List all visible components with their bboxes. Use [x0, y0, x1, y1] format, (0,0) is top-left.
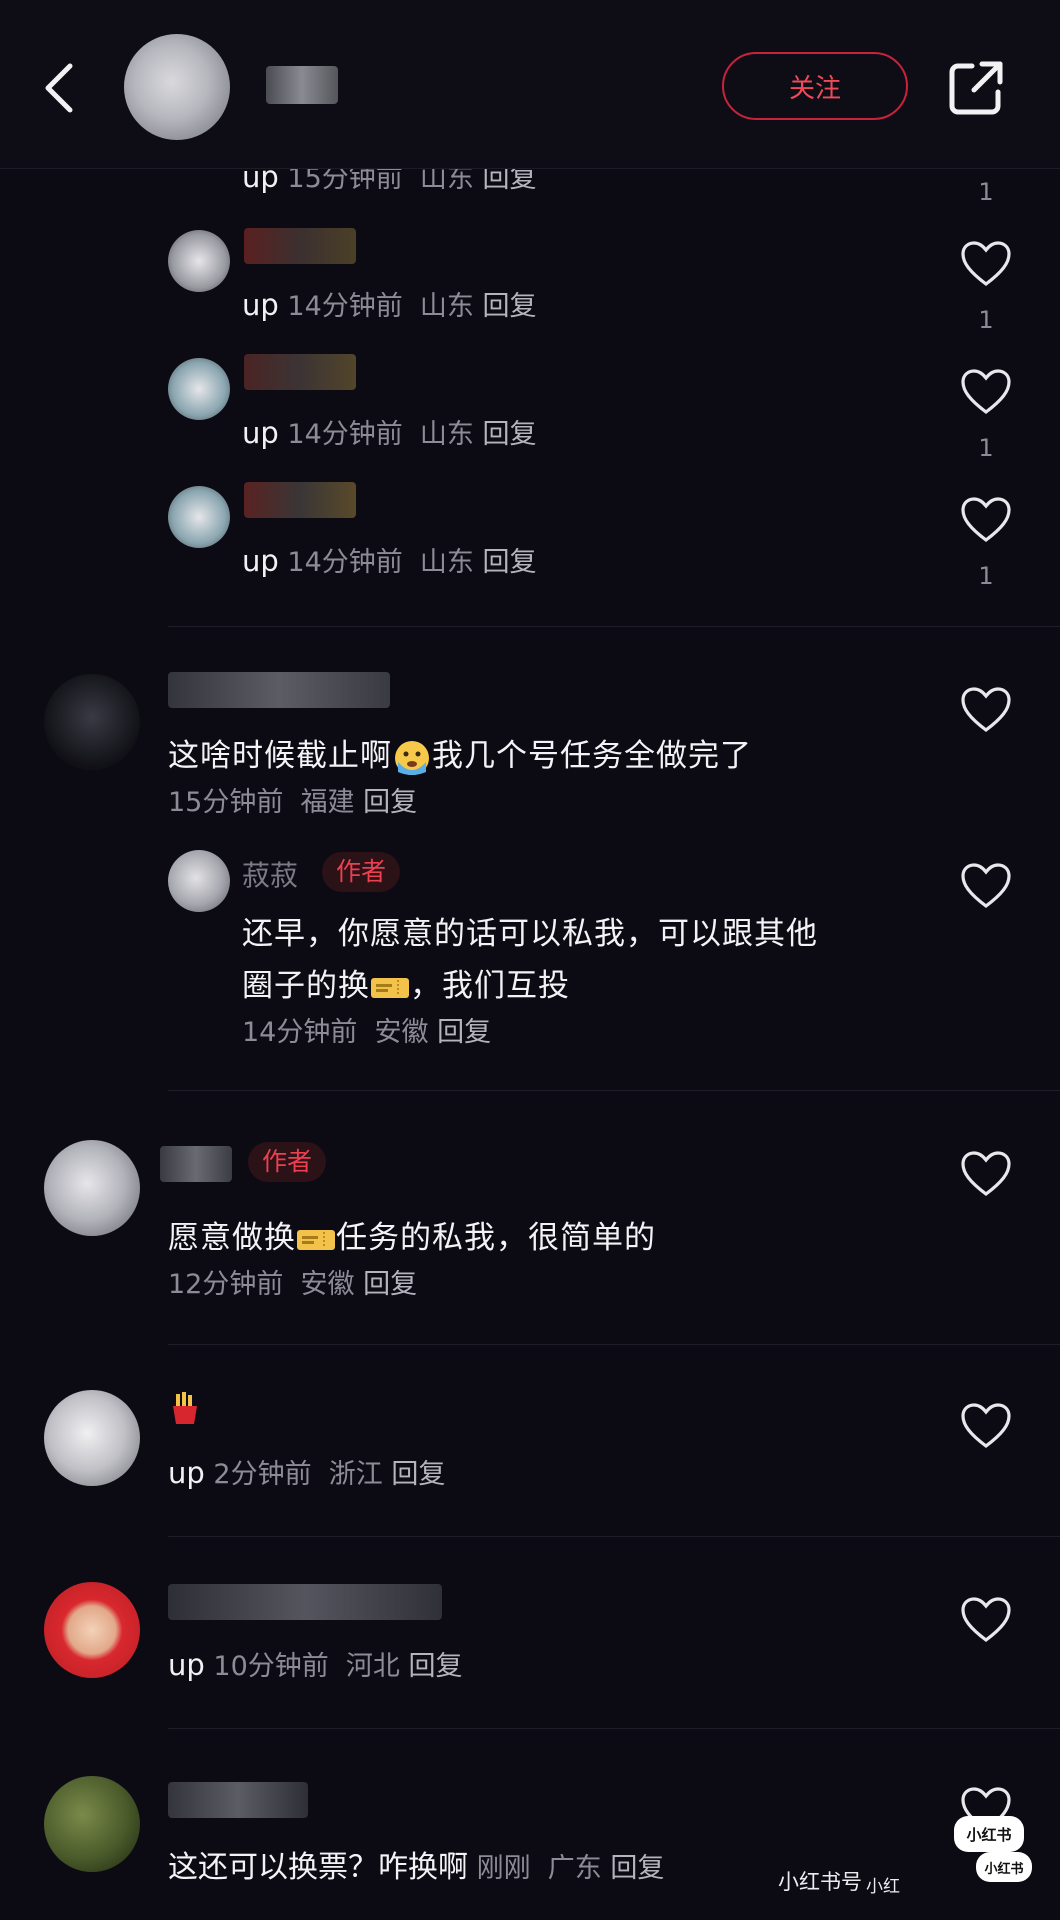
watermark-suffix: 小红	[866, 1877, 900, 1897]
blurred-username[interactable]	[244, 228, 356, 264]
comment-meta: 15分钟前 福建 回复	[168, 787, 418, 818]
like-count: 1	[978, 306, 994, 334]
heart-icon[interactable]	[960, 368, 1012, 416]
blurred-username[interactable]	[160, 1146, 232, 1182]
like-count: 1	[978, 178, 994, 206]
blurred-username[interactable]	[168, 1584, 442, 1620]
avatar[interactable]	[168, 358, 230, 420]
divider	[168, 626, 1060, 627]
divider	[168, 1090, 1060, 1091]
avatar[interactable]	[44, 1390, 140, 1486]
comment-meta: 这还可以换票？咋换啊 刚刚 广东 回复	[168, 1850, 665, 1885]
follow-button[interactable]: 关注	[722, 52, 908, 120]
reply-link[interactable]: 回复	[610, 1853, 664, 1884]
back-arrow-icon[interactable]	[38, 58, 82, 118]
avatar[interactable]	[44, 1582, 140, 1678]
heart-icon[interactable]	[960, 1150, 1012, 1198]
divider	[168, 1536, 1060, 1537]
like-count: 1	[978, 562, 994, 590]
ticket-emoji-icon	[297, 1229, 335, 1250]
comment-text: 愿意做换 任务的私我，很简单的	[168, 1220, 656, 1256]
author-name[interactable]: 菽菽	[242, 854, 298, 894]
comment-meta: 12分钟前 安徽 回复	[168, 1269, 418, 1300]
heart-icon[interactable]	[960, 496, 1012, 544]
top-bar: 菽菽 关注	[0, 0, 1060, 169]
reply-link[interactable]: 回复	[409, 1651, 463, 1682]
reply-text: 圈子的换 ，我们互投	[242, 968, 570, 1004]
divider	[168, 1728, 1060, 1729]
author-avatar[interactable]	[124, 34, 230, 140]
avatar[interactable]	[44, 1776, 140, 1872]
reply-meta: up 14分钟前 山东 回复	[242, 416, 537, 450]
like-count: 1	[978, 434, 994, 462]
blurred-username[interactable]	[168, 1782, 308, 1818]
reply-link[interactable]: 回复	[483, 419, 537, 450]
heart-icon[interactable]	[960, 1596, 1012, 1644]
comment-meta: up 2分钟前 浙江 回复	[168, 1456, 446, 1490]
comment-text: 这还可以换票？咋换啊	[168, 1850, 468, 1885]
author-tag: 作者	[248, 1142, 327, 1182]
blurred-username[interactable]	[168, 672, 390, 708]
divider	[168, 1344, 1060, 1345]
heart-icon[interactable]	[960, 686, 1012, 734]
comment-meta: up 10分钟前 河北 回复	[168, 1648, 463, 1682]
reply-meta: 14分钟前 安徽 回复	[242, 1017, 492, 1048]
watermark-logo: 小红书	[976, 1852, 1032, 1882]
reply-meta: up 14分钟前 山东 回复	[242, 544, 537, 578]
reply-link[interactable]: 回复	[363, 787, 417, 818]
ticket-emoji-icon	[371, 977, 409, 998]
share-icon[interactable]	[946, 58, 1006, 118]
watermark-text: 小红书号	[778, 1870, 862, 1894]
heart-icon[interactable]	[960, 862, 1012, 910]
avatar[interactable]	[168, 486, 230, 548]
author-name[interactable]: 菽菽	[266, 66, 338, 104]
watermark-logo: 小红书	[954, 1816, 1024, 1852]
comment-text: 这啥时候截止啊 我几个号任务全做完了	[168, 730, 752, 778]
reply-meta: up 14分钟前 山东 回复	[242, 288, 537, 322]
author-avatar[interactable]	[44, 1140, 140, 1236]
author-tag: 作者	[322, 852, 401, 892]
reply-link[interactable]: 回复	[437, 1017, 491, 1048]
heart-icon[interactable]	[960, 240, 1012, 288]
blurred-username[interactable]	[244, 482, 356, 518]
author-avatar[interactable]	[168, 850, 230, 912]
avatar[interactable]	[168, 230, 230, 292]
reply-link[interactable]: 回复	[483, 547, 537, 578]
crying-face-emoji-icon	[395, 740, 429, 775]
blurred-username[interactable]	[244, 354, 356, 390]
fries-emoji-icon	[173, 1392, 197, 1424]
reply-link[interactable]: 回复	[483, 291, 537, 322]
reply-link[interactable]: 回复	[391, 1459, 445, 1490]
reply-text: 还早，你愿意的话可以私我，可以跟其他	[242, 916, 818, 952]
avatar[interactable]	[44, 674, 140, 770]
reply-link[interactable]: 回复	[363, 1269, 417, 1300]
heart-icon[interactable]	[960, 1402, 1012, 1450]
